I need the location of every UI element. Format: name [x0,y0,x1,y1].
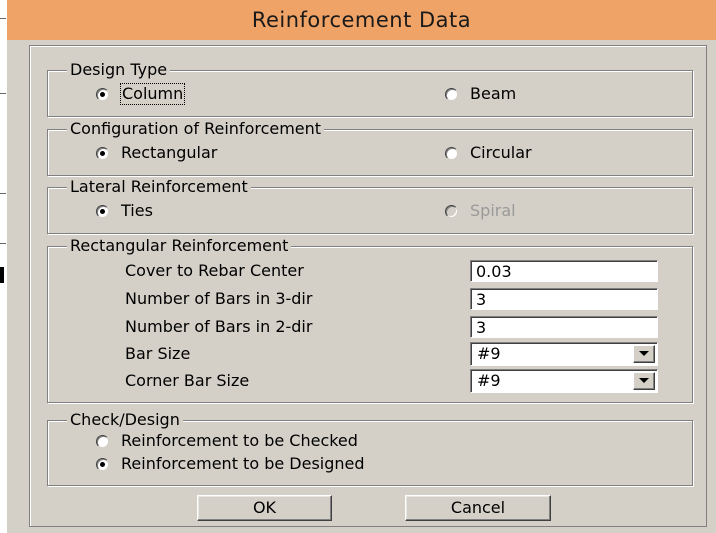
radio-disabled-icon [445,204,458,218]
beam-label: Beam [470,84,517,103]
dropdown-arrow-icon[interactable] [633,345,655,363]
cover-input[interactable] [470,260,658,282]
bar-size-label: Bar Size [125,344,191,363]
bars-3dir-label: Number of Bars in 3-dir [125,289,313,308]
cancel-button[interactable]: Cancel [405,495,551,521]
radio-selected-icon [96,146,109,160]
ties-label: Ties [121,201,153,220]
lateral-legend: Lateral Reinforcement [67,177,251,197]
bars-3dir-input[interactable] [470,288,658,310]
dropdown-arrow-icon[interactable] [633,372,655,390]
check-design-legend: Check/Design [67,410,183,430]
bar-size-select[interactable]: #9 [470,342,658,366]
dialog-title: Reinforcement Data [7,0,716,40]
ties-radio[interactable]: Ties [96,201,153,221]
column-radio[interactable]: Column [96,83,186,105]
beam-radio[interactable]: Beam [445,84,516,104]
designed-radio[interactable]: Reinforcement to be Designed [96,454,365,474]
configuration-group: Configuration of Reinforcement Rectangul… [47,119,693,176]
bars-2dir-label: Number of Bars in 2-dir [125,317,313,336]
rectangular-label: Rectangular [121,143,218,162]
cover-label: Cover to Rebar Center [125,261,304,280]
background-window-edge [0,0,7,533]
radio-empty-icon [445,87,458,101]
reinforcement-data-dialog: Reinforcement Data Design Type Column Be… [7,0,716,533]
spiral-label: Spiral [470,201,516,220]
radio-empty-icon [445,146,458,160]
rectangular-radio[interactable]: Rectangular [96,143,217,163]
circular-label: Circular [470,143,532,162]
radio-selected-icon [96,457,109,471]
radio-selected-icon [96,87,109,101]
rectangular-legend: Rectangular Reinforcement [67,236,292,256]
corner-bar-size-label: Corner Bar Size [125,371,250,390]
bars-2dir-input[interactable] [470,316,658,338]
radio-selected-icon [96,204,109,218]
corner-bar-size-select[interactable]: #9 [470,369,658,393]
check-design-group: Check/Design Reinforcement to be Checked… [47,410,693,486]
ok-button[interactable]: OK [197,495,332,521]
designed-label: Reinforcement to be Designed [121,454,365,473]
circular-radio[interactable]: Circular [445,143,532,163]
bar-size-value: #9 [477,344,501,363]
design-type-group: Design Type Column Beam [47,60,693,117]
corner-bar-size-value: #9 [477,371,501,390]
configuration-legend: Configuration of Reinforcement [67,119,325,139]
lateral-reinforcement-group: Lateral Reinforcement Ties Spiral [47,177,693,234]
checked-label: Reinforcement to be Checked [121,431,358,450]
checked-radio[interactable]: Reinforcement to be Checked [96,431,358,451]
column-label: Column [119,83,186,105]
design-type-legend: Design Type [67,60,171,80]
radio-empty-icon [96,434,109,448]
spiral-radio[interactable]: Spiral [445,201,516,221]
